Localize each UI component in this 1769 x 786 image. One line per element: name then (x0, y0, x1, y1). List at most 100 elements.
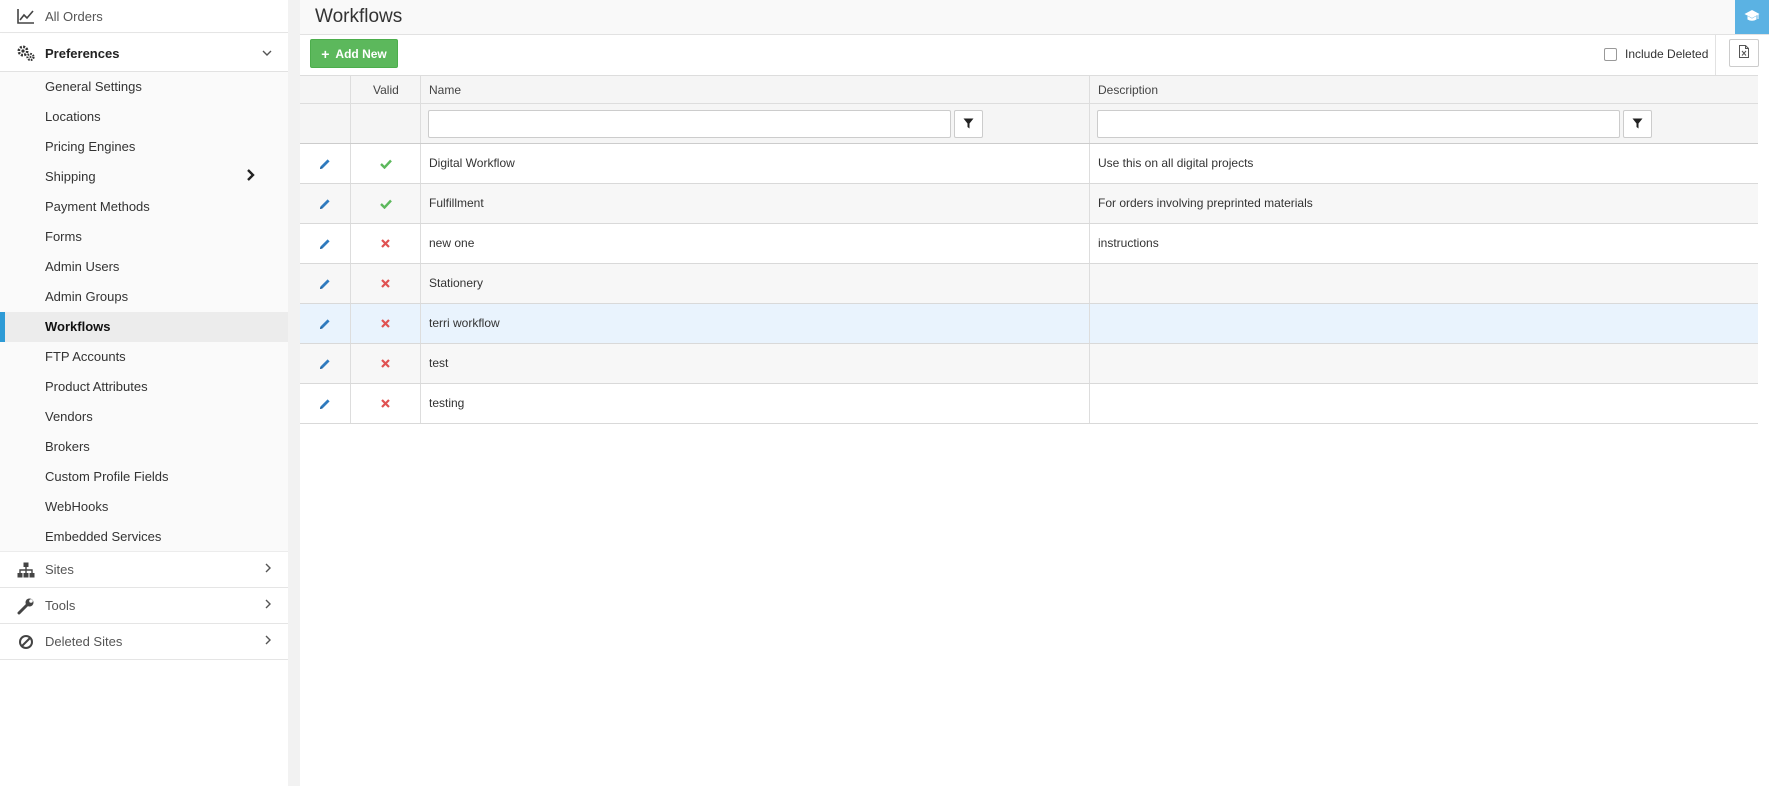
sidebar-item-label: Vendors (45, 409, 93, 424)
add-new-button[interactable]: + Add New (310, 39, 398, 68)
name-text: Fulfillment (429, 196, 484, 210)
table-row[interactable]: Fulfillment For orders involving preprint… (300, 184, 1758, 224)
nav-tools-label: Tools (45, 598, 76, 613)
name-text: terri workflow (429, 316, 500, 330)
toolbar: + Add New Include Deleted (300, 35, 1769, 75)
sidebar-item-admin-users[interactable]: Admin Users (0, 252, 288, 282)
sidebar-item-general-settings[interactable]: General Settings (0, 72, 288, 102)
close-icon (351, 304, 420, 343)
help-button[interactable] (1735, 0, 1769, 34)
edit-cell[interactable] (300, 344, 351, 383)
description-cell (1090, 384, 1758, 423)
sidebar-item-vendors[interactable]: Vendors (0, 402, 288, 432)
edit-cell[interactable] (300, 304, 351, 343)
pencil-icon[interactable] (300, 304, 350, 343)
edit-cell[interactable] (300, 144, 351, 183)
sidebar-item-payment-methods[interactable]: Payment Methods (0, 192, 288, 222)
description-cell: For orders involving preprinted material… (1090, 184, 1758, 223)
nav-deleted-sites-label: Deleted Sites (45, 634, 123, 649)
col-header-label: Description (1098, 83, 1159, 97)
col-header-label: Valid (373, 83, 399, 97)
sidebar-item-workflows[interactable]: Workflows (0, 312, 288, 342)
description-text: Use this on all digital projects (1098, 156, 1254, 170)
chevron-right-icon (264, 562, 272, 576)
sidebar-item-label: Product Attributes (45, 379, 148, 394)
description-filter-input[interactable] (1097, 110, 1620, 138)
valid-cell (351, 304, 421, 343)
sidebar-item-label: FTP Accounts (45, 349, 126, 364)
include-deleted-label: Include Deleted (1625, 47, 1709, 61)
sidebar-item-locations[interactable]: Locations (0, 102, 288, 132)
sidebar-item-label: Admin Groups (45, 289, 129, 304)
edit-cell[interactable] (300, 184, 351, 223)
sidebar-item-label: Admin Users (45, 259, 120, 274)
nav-all-orders-label: All Orders (45, 9, 103, 24)
name-cell: Stationery (421, 264, 1090, 303)
col-header-name[interactable]: Name (421, 76, 1090, 103)
edit-cell[interactable] (300, 384, 351, 423)
sidebar-item-product-attributes[interactable]: Product Attributes (0, 372, 288, 402)
sidebar-item-embedded-services[interactable]: Embedded Services (0, 522, 288, 552)
sidebar-item-label: Shipping (45, 169, 96, 184)
name-cell: Fulfillment (421, 184, 1090, 223)
description-filter-button[interactable] (1623, 110, 1652, 138)
chevron-right-icon (264, 634, 272, 648)
table-row[interactable]: new one instructions (300, 224, 1758, 264)
page-title: Workflows (315, 6, 403, 27)
sidebar-item-pricing-engines[interactable]: Pricing Engines (0, 132, 288, 162)
chevron-down-icon (262, 46, 272, 60)
include-deleted-checkbox[interactable] (1604, 47, 1617, 61)
table-row[interactable]: testing (300, 384, 1758, 424)
sidebar-item-shipping[interactable]: Shipping (0, 162, 288, 192)
col-header-valid[interactable]: Valid (351, 76, 421, 103)
grid-filter-row (300, 104, 1758, 144)
pencil-icon[interactable] (300, 144, 350, 183)
name-text: Digital Workflow (429, 156, 515, 170)
table-row[interactable]: terri workflow (300, 304, 1758, 344)
col-header-description[interactable]: Description (1090, 76, 1758, 103)
page-header: Workflows (300, 0, 1769, 35)
pencil-icon[interactable] (300, 184, 350, 223)
include-deleted-toggle[interactable]: Include Deleted (1604, 47, 1708, 61)
sidebar-item-label: Payment Methods (45, 199, 150, 214)
table-row[interactable]: test (300, 344, 1758, 384)
sidebar-item-brokers[interactable]: Brokers (0, 432, 288, 462)
close-icon (351, 344, 420, 383)
table-row[interactable]: Digital Workflow Use this on all digital … (300, 144, 1758, 184)
sidebar-item-admin-groups[interactable]: Admin Groups (0, 282, 288, 312)
chevron-right-icon (246, 168, 256, 187)
name-cell: Digital Workflow (421, 144, 1090, 183)
sidebar-item-webhooks[interactable]: WebHooks (0, 492, 288, 522)
sidebar-item-forms[interactable]: Forms (0, 222, 288, 252)
name-filter-input[interactable] (428, 110, 951, 138)
preferences-submenu: General Settings Locations Pricing Engin… (0, 72, 288, 554)
sidebar-item-ftp-accounts[interactable]: FTP Accounts (0, 342, 288, 372)
name-filter-button[interactable] (954, 110, 983, 138)
edit-cell[interactable] (300, 264, 351, 303)
graduation-cap-icon (1744, 9, 1760, 26)
pencil-icon[interactable] (300, 384, 350, 423)
valid-cell (351, 184, 421, 223)
add-new-label: Add New (335, 46, 387, 61)
export-excel-button[interactable] (1729, 39, 1759, 67)
valid-cell (351, 224, 421, 263)
col-header-edit (300, 76, 351, 103)
filter-icon (963, 117, 974, 132)
valid-cell (351, 264, 421, 303)
pencil-icon[interactable] (300, 224, 350, 263)
sidebar-divider (288, 0, 300, 786)
sidebar-item-label: General Settings (45, 79, 142, 94)
wrench-icon (16, 596, 36, 616)
sidebar-item-custom-profile-fields[interactable]: Custom Profile Fields (0, 462, 288, 492)
nav-all-orders[interactable]: All Orders (0, 0, 288, 33)
pencil-icon[interactable] (300, 344, 350, 383)
nav-preferences[interactable]: Preferences (0, 34, 288, 72)
nav-tools[interactable]: Tools (0, 588, 288, 624)
edit-cell[interactable] (300, 224, 351, 263)
main-content: Workflows + Add New Include Deleted Vali… (300, 0, 1769, 786)
nav-sites[interactable]: Sites (0, 552, 288, 588)
nav-deleted-sites[interactable]: Deleted Sites (0, 624, 288, 660)
pencil-icon[interactable] (300, 264, 350, 303)
table-row[interactable]: Stationery (300, 264, 1758, 304)
sidebar-item-label: Pricing Engines (45, 139, 136, 154)
